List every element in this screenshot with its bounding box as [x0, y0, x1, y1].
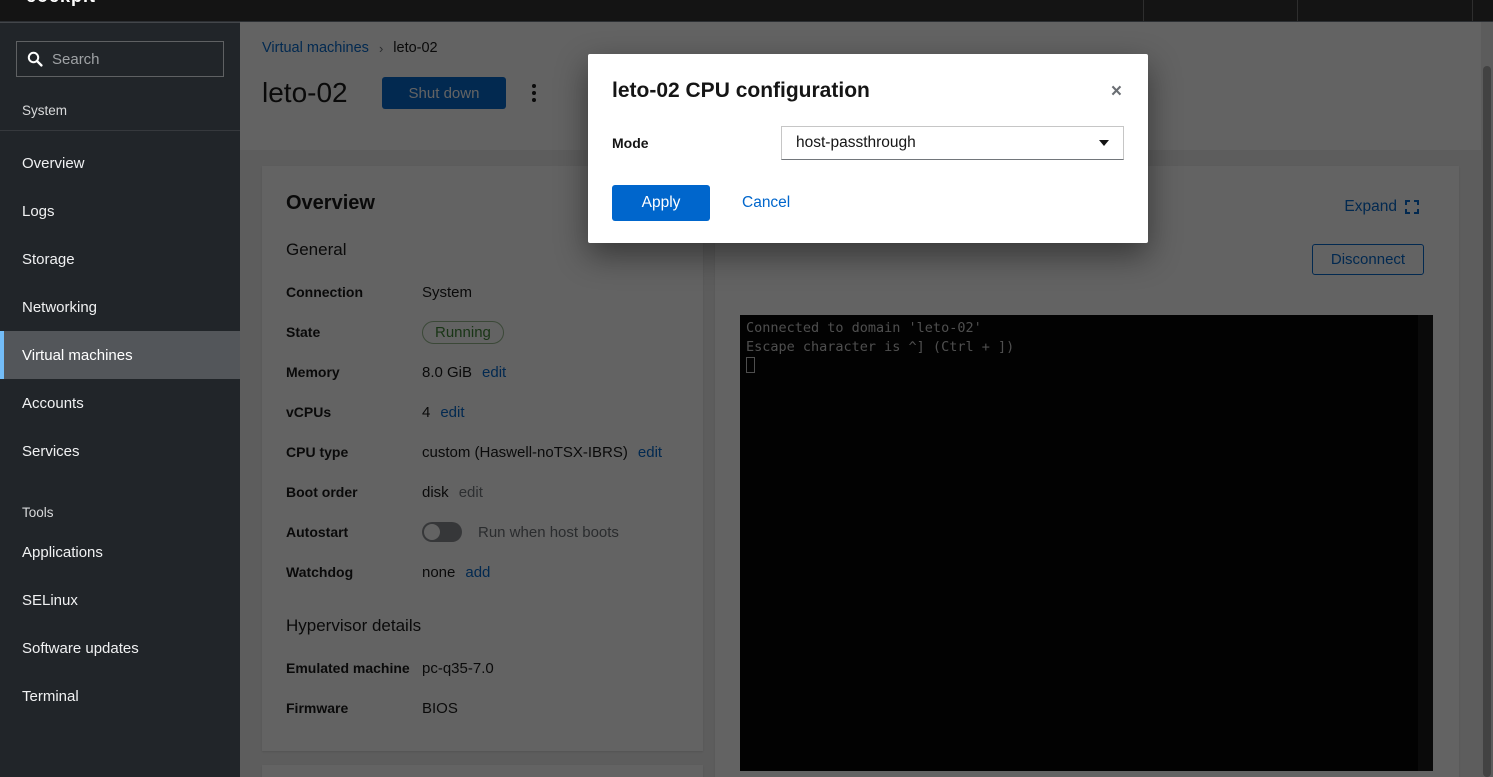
sidebar-item-virtual-machines[interactable]: Virtual machines	[0, 331, 240, 379]
modal-footer: Apply Cancel	[612, 185, 1124, 221]
sidebar-item-applications[interactable]: Applications	[0, 528, 240, 576]
sidebar: System Overview Logs Storage Networking …	[0, 22, 240, 777]
nav-list-system: Overview Logs Storage Networking Virtual…	[0, 139, 240, 475]
sidebar-item-storage[interactable]: Storage	[0, 235, 240, 283]
nav-list-tools: Applications SELinux Software updates Te…	[0, 528, 240, 720]
masthead: cockpit	[0, 0, 1493, 22]
masthead-divider	[1297, 0, 1298, 22]
sidebar-item-terminal[interactable]: Terminal	[0, 672, 240, 720]
sidebar-search[interactable]	[16, 41, 224, 77]
sidebar-item-overview[interactable]: Overview	[0, 139, 240, 187]
brand-logo: cockpit	[26, 0, 96, 5]
search-input[interactable]	[52, 51, 213, 68]
mode-label: Mode	[612, 135, 781, 151]
cpu-configuration-modal: leto-02 CPU configuration × Mode host-pa…	[588, 54, 1148, 243]
chevron-down-icon	[1099, 140, 1109, 146]
sidebar-item-software-updates[interactable]: Software updates	[0, 624, 240, 672]
nav-group-system: System	[0, 103, 240, 131]
masthead-divider	[1472, 0, 1473, 22]
masthead-divider	[1143, 0, 1144, 22]
mode-select-value: host-passthrough	[796, 134, 916, 152]
sidebar-item-networking[interactable]: Networking	[0, 283, 240, 331]
cancel-button[interactable]: Cancel	[742, 194, 790, 212]
sidebar-item-services[interactable]: Services	[0, 427, 240, 475]
search-icon	[27, 51, 43, 67]
sidebar-item-logs[interactable]: Logs	[0, 187, 240, 235]
sidebar-item-accounts[interactable]: Accounts	[0, 379, 240, 427]
close-icon[interactable]: ×	[1111, 82, 1122, 101]
sidebar-item-selinux[interactable]: SELinux	[0, 576, 240, 624]
mode-select[interactable]: host-passthrough	[781, 126, 1124, 160]
apply-button[interactable]: Apply	[612, 185, 710, 221]
nav-group-tools: Tools	[0, 505, 240, 520]
modal-title: leto-02 CPU configuration	[612, 78, 1124, 104]
mode-form-row: Mode host-passthrough	[612, 125, 1124, 161]
